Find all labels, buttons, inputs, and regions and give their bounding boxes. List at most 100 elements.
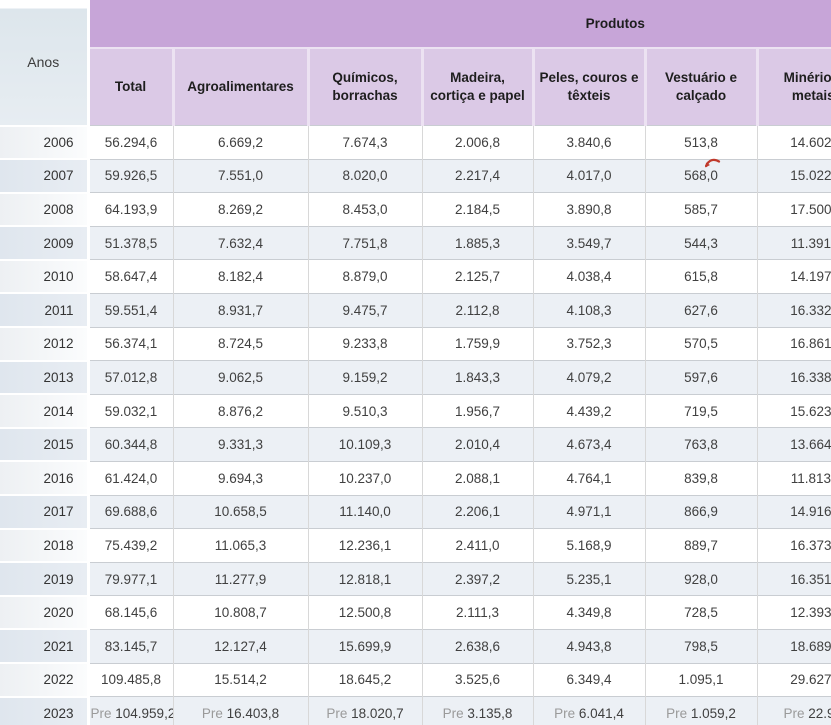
value-cell: 4.108,3 xyxy=(532,292,645,328)
anos-header: Anos xyxy=(0,0,90,126)
year-cell: 2013 xyxy=(0,359,90,395)
table-row: 2010 58.647,4 8.182,4 8.879,0 2.125,7 4.038,4… xyxy=(0,258,831,294)
value-cell: 585,7 xyxy=(644,192,757,227)
value-cell: 13.664, xyxy=(756,427,831,462)
value-cell: 3.525,6 xyxy=(421,662,533,697)
value-cell: 16.351, xyxy=(756,561,831,596)
value-cell: 719,5 xyxy=(644,393,757,428)
value-cell: Pre 16.403,8 xyxy=(172,696,308,725)
year-cell: 2023 xyxy=(0,695,90,725)
value-cell: 8.724,5 xyxy=(172,326,308,361)
value-cell: 9.159,2 xyxy=(307,360,422,395)
value-cell: 7.632,4 xyxy=(172,225,308,260)
value-cell: 16.332, xyxy=(756,292,831,328)
value-cell: 16.338, xyxy=(756,360,831,395)
value-cell: 2.112,8 xyxy=(421,292,533,328)
value-cell: 1.843,3 xyxy=(421,360,533,395)
value-cell: 69.688,6 xyxy=(88,494,173,529)
value-cell: 8.182,4 xyxy=(172,259,308,294)
value-cell: 9.694,3 xyxy=(172,460,308,496)
year-cell: 2012 xyxy=(0,326,90,361)
year-cell: 2017 xyxy=(0,494,90,529)
table-row: 2008 64.193,9 8.269,2 8.453,0 2.184,5 3.890,8… xyxy=(0,191,831,227)
year-cell: 2016 xyxy=(0,460,90,496)
table-row: 2018 75.439,2 11.065,3 12.236,1 2.411,0 5.168… xyxy=(0,527,831,563)
value-cell: 18.689, xyxy=(756,628,831,663)
value-cell: Pre 104.959,2 xyxy=(88,696,173,725)
table-row: 2019 79.977,1 11.277,9 12.818,1 2.397,2 5.235… xyxy=(0,561,831,596)
table-row: 2009 51.378,5 7.632,4 7.751,8 1.885,3 3.549,7… xyxy=(0,225,831,260)
value-cell: 4.038,4 xyxy=(532,259,645,294)
value-cell: 109.485,8 xyxy=(88,662,173,697)
year-cell: 2009 xyxy=(0,225,90,260)
value-cell: 8.453,0 xyxy=(307,192,422,227)
column-header-quimicos: Químicos, borrachas xyxy=(306,48,422,126)
value-cell: 75.439,2 xyxy=(88,528,173,563)
value-cell: 2.010,4 xyxy=(421,427,533,462)
preliminary-prefix: Pre xyxy=(442,706,468,722)
value-cell: 2.411,0 xyxy=(421,528,533,563)
value-cell: 79.977,1 xyxy=(88,561,173,596)
value-cell: 59.551,4 xyxy=(88,292,173,328)
value-cell: 544,3 xyxy=(644,225,757,260)
value-cell: 10.109,3 xyxy=(307,427,422,462)
value-cell: 12.393, xyxy=(756,595,831,630)
value-cell: 627,6 xyxy=(644,292,757,328)
table-row: 2016 61.424,0 9.694,3 10.237,0 2.088,1 4.764,… xyxy=(0,460,831,496)
table-row: 2021 83.145,7 12.127,4 15.699,9 2.638,6 4.943… xyxy=(0,628,831,663)
value-cell: 12.500,8 xyxy=(307,595,422,630)
value-cell: 1.095,1 xyxy=(644,662,757,697)
column-header-vestuario: Vestuário e calçado xyxy=(643,48,757,126)
value-cell: 8.269,2 xyxy=(172,192,308,227)
value-cell: 51.378,5 xyxy=(88,225,173,260)
value-cell: 4.017,0 xyxy=(532,158,645,193)
value-cell: 10.658,5 xyxy=(172,494,308,529)
year-cell: 2010 xyxy=(0,258,90,294)
table-row: 2020 68.145,6 10.808,7 12.500,8 2.111,3 4.349… xyxy=(0,594,831,630)
value-cell: 59.032,1 xyxy=(88,393,173,428)
value-cell: 4.673,4 xyxy=(532,427,645,462)
table-row: 2012 56.374,1 8.724,5 9.233,8 1.759,9 3.752,3… xyxy=(0,326,831,361)
preliminary-prefix: Pre xyxy=(554,706,579,722)
value-cell: 928,0 xyxy=(644,561,757,596)
value-cell: 2.397,2 xyxy=(421,561,533,596)
value-cell: 12.818,1 xyxy=(307,561,422,596)
column-header-peles: Peles, couros e têxteis xyxy=(531,48,645,126)
value-cell: 2.206,1 xyxy=(421,494,533,529)
value-cell: 11.065,3 xyxy=(172,528,308,563)
table-row: 2022 109.485,8 15.514,2 18.645,2 3.525,6 6.34… xyxy=(0,662,831,697)
year-cell: 2014 xyxy=(0,393,90,428)
value-cell: Pre 3.135,8 xyxy=(421,696,533,725)
value-cell: 4.439,2 xyxy=(532,393,645,428)
value-cell: 728,5 xyxy=(644,595,757,630)
value-cell: 10.808,7 xyxy=(172,595,308,630)
value-cell: 597,6 xyxy=(644,360,757,395)
value-cell: 2.006,8 xyxy=(421,125,533,160)
value-cell: 60.344,8 xyxy=(88,427,173,462)
value-cell: 9.233,8 xyxy=(307,326,422,361)
value-cell: 56.374,1 xyxy=(88,326,173,361)
value-cell: Pre 22.91 xyxy=(756,696,831,725)
column-header-minerios: Minérios, metais xyxy=(755,48,831,126)
value-cell: 4.349,8 xyxy=(532,595,645,630)
preliminary-prefix: Pre xyxy=(90,706,116,722)
table-viewport: Anos Produtos Total Agroalimentares Quím… xyxy=(0,0,831,725)
value-cell: 6.669,2 xyxy=(172,125,308,160)
table-row: 2013 57.012,8 9.062,5 9.159,2 1.843,3 4.079,2… xyxy=(0,359,831,395)
table-row: 2014 59.032,1 8.876,2 9.510,3 1.956,7 4.439,2… xyxy=(0,393,831,428)
value-cell: 8.931,7 xyxy=(172,292,308,328)
preliminary-prefix: Pre xyxy=(326,706,352,722)
year-cell: 2020 xyxy=(0,594,90,630)
value-cell: 2.184,5 xyxy=(421,192,533,227)
value-cell: 763,8 xyxy=(644,427,757,462)
value-cell: 58.647,4 xyxy=(88,259,173,294)
value-cell: Pre 18.020,7 xyxy=(307,696,422,725)
value-cell: 2.125,7 xyxy=(421,259,533,294)
table-row: 2011 59.551,4 8.931,7 9.475,7 2.112,8 4.108,3… xyxy=(0,292,831,328)
value-cell: 16.373, xyxy=(756,528,831,563)
value-cell: 4.943,8 xyxy=(532,628,645,663)
value-cell: 7.674,3 xyxy=(307,125,422,160)
value-cell: 4.079,2 xyxy=(532,360,645,395)
year-cell: 2007 xyxy=(0,158,90,193)
year-cell: 2018 xyxy=(0,527,90,563)
